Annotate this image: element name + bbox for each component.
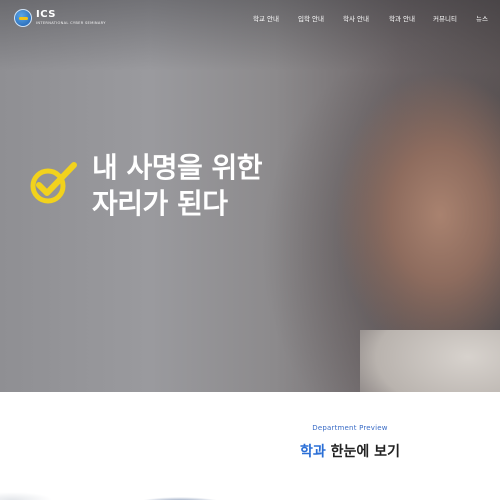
section-title: 학과 한눈에 보기 — [0, 441, 500, 461]
nav-item-academics[interactable]: 학사 안내 — [343, 13, 369, 23]
nav-item-departments[interactable]: 학과 안내 — [389, 13, 415, 23]
nav-item-community[interactable]: 커뮤니티 — [433, 13, 457, 23]
site-header: ICS INTERNATIONAL CYBER SEMINARY 학교 안내 입… — [0, 0, 500, 38]
hero-headline: 내 사명을 위한 자리가 된다 — [92, 150, 263, 222]
section-title-rest: 한눈에 보기 — [325, 444, 400, 460]
section-eyebrow: Department Preview — [312, 424, 388, 432]
nav-item-news[interactable]: 뉴스 — [476, 13, 488, 23]
hero-headline-line2: 자리가 된다 — [92, 187, 228, 220]
department-card-image[interactable] — [130, 493, 230, 500]
checkmark-icon — [30, 162, 77, 204]
main-nav: 학교 안내 입학 안내 학사 안내 학과 안내 커뮤니티 뉴스 — [0, 13, 500, 25]
nav-item-school-info[interactable]: 학교 안내 — [253, 13, 279, 23]
department-card-edge — [0, 488, 60, 500]
hero-headline-line1: 내 사명을 위한 — [92, 151, 263, 184]
nav-item-admissions[interactable]: 입학 안내 — [298, 13, 324, 23]
section-title-accent: 학과 — [300, 444, 326, 460]
